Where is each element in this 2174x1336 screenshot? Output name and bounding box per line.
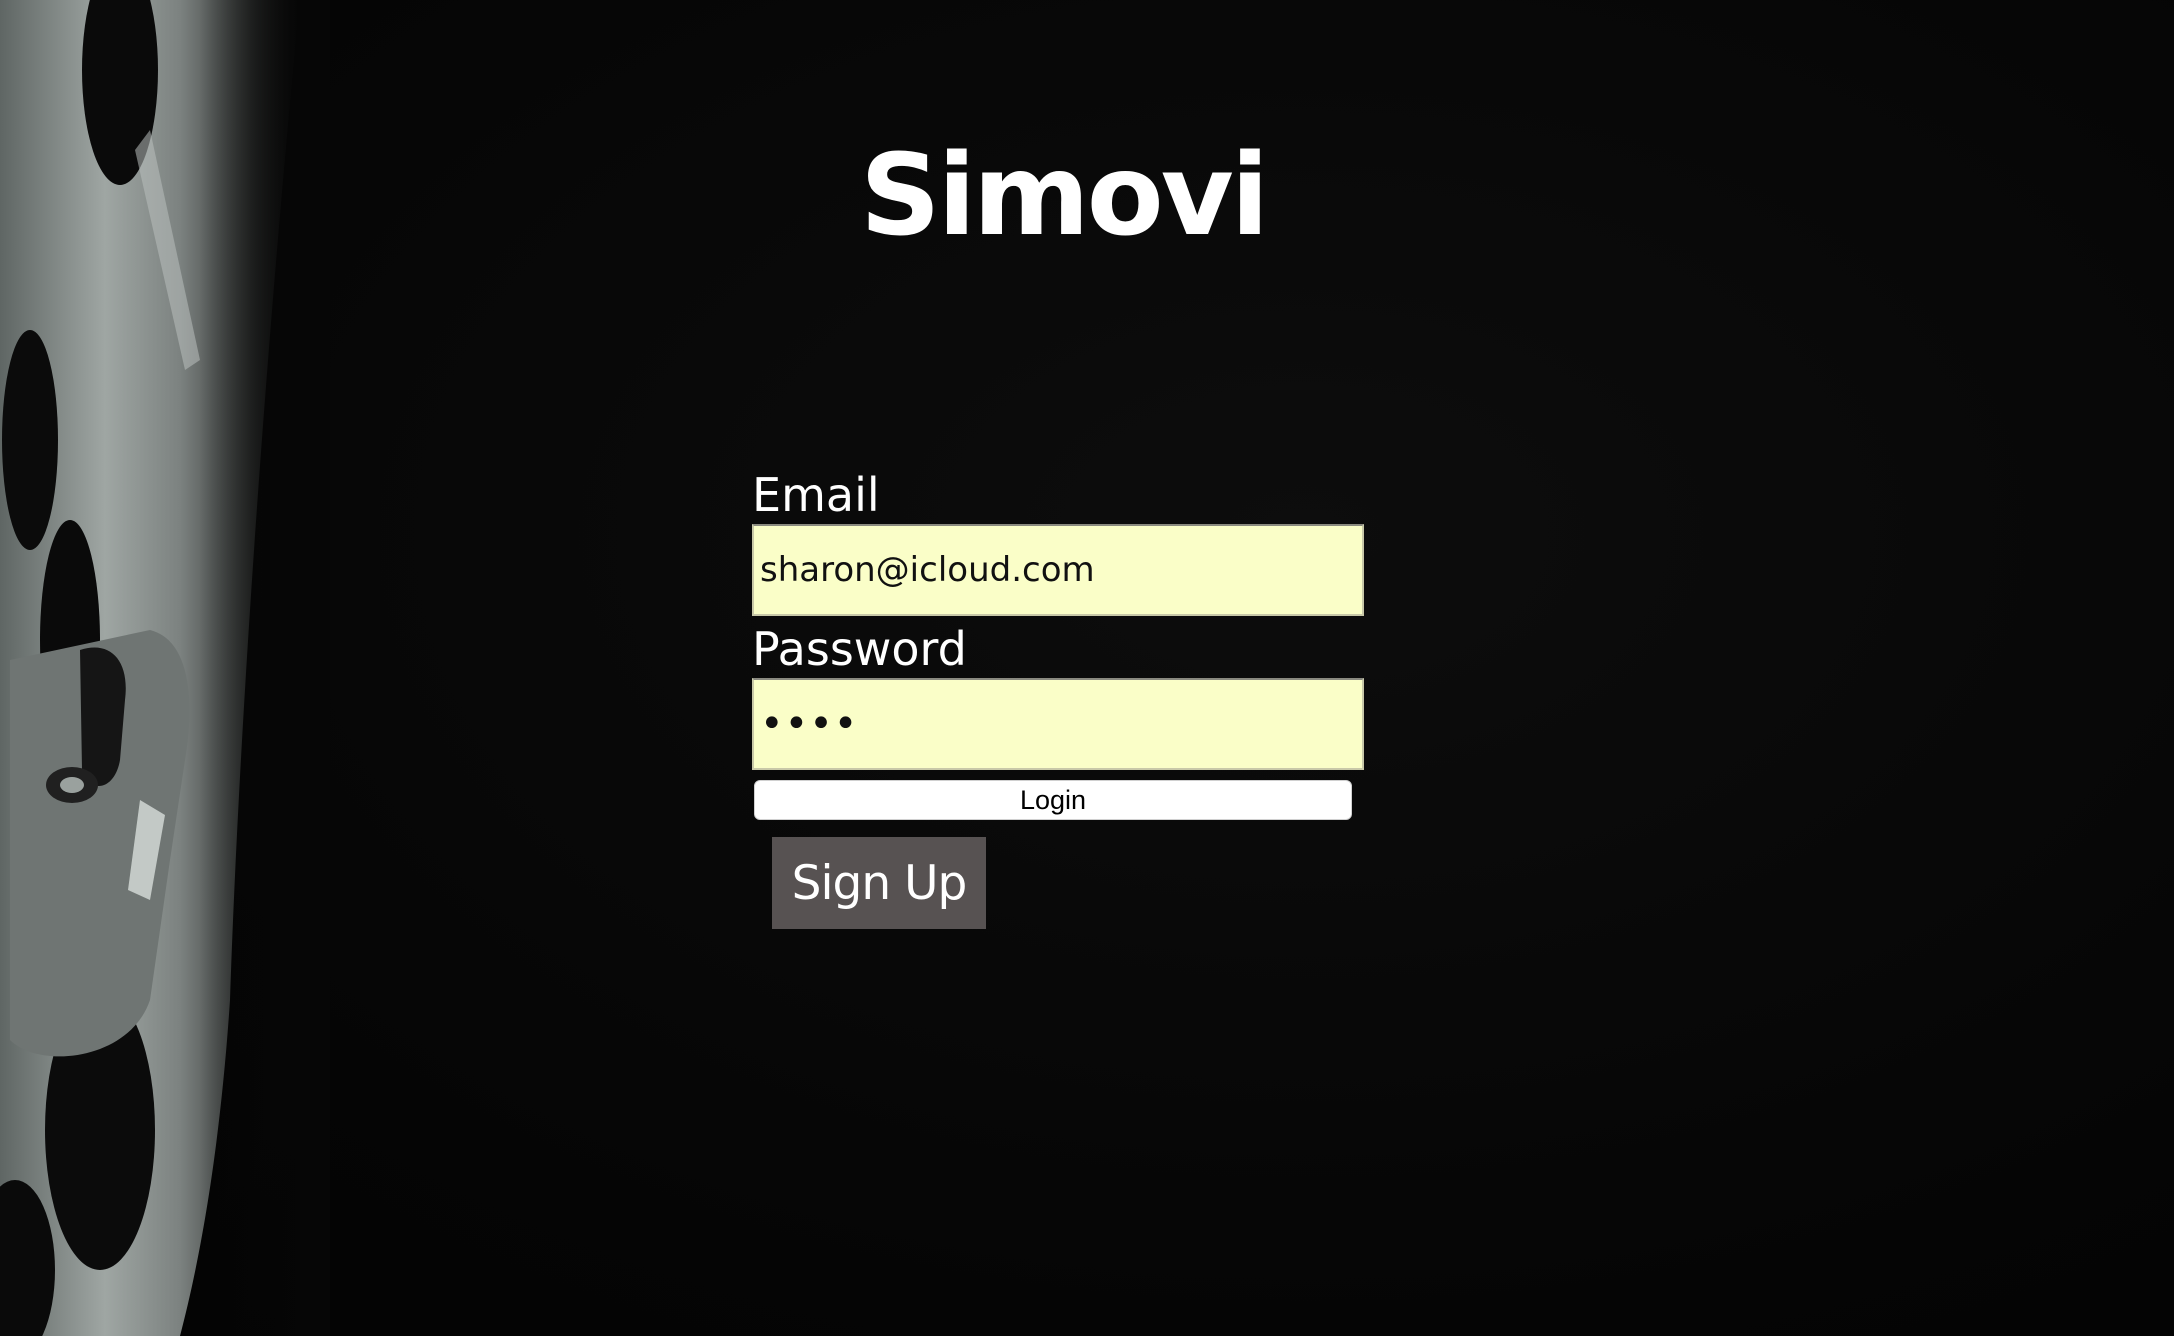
email-label: Email [752,468,880,522]
login-page: Simovi Email Password Login Sign Up [0,0,2174,1336]
film-reel-image [0,0,330,1336]
login-form: Email Password Login Sign Up [752,472,1364,929]
login-button[interactable]: Login [754,780,1352,820]
email-field[interactable] [752,524,1364,616]
password-label: Password [752,622,967,676]
app-title: Simovi [860,131,1269,261]
password-field[interactable] [752,678,1364,770]
signup-button[interactable]: Sign Up [772,837,986,929]
